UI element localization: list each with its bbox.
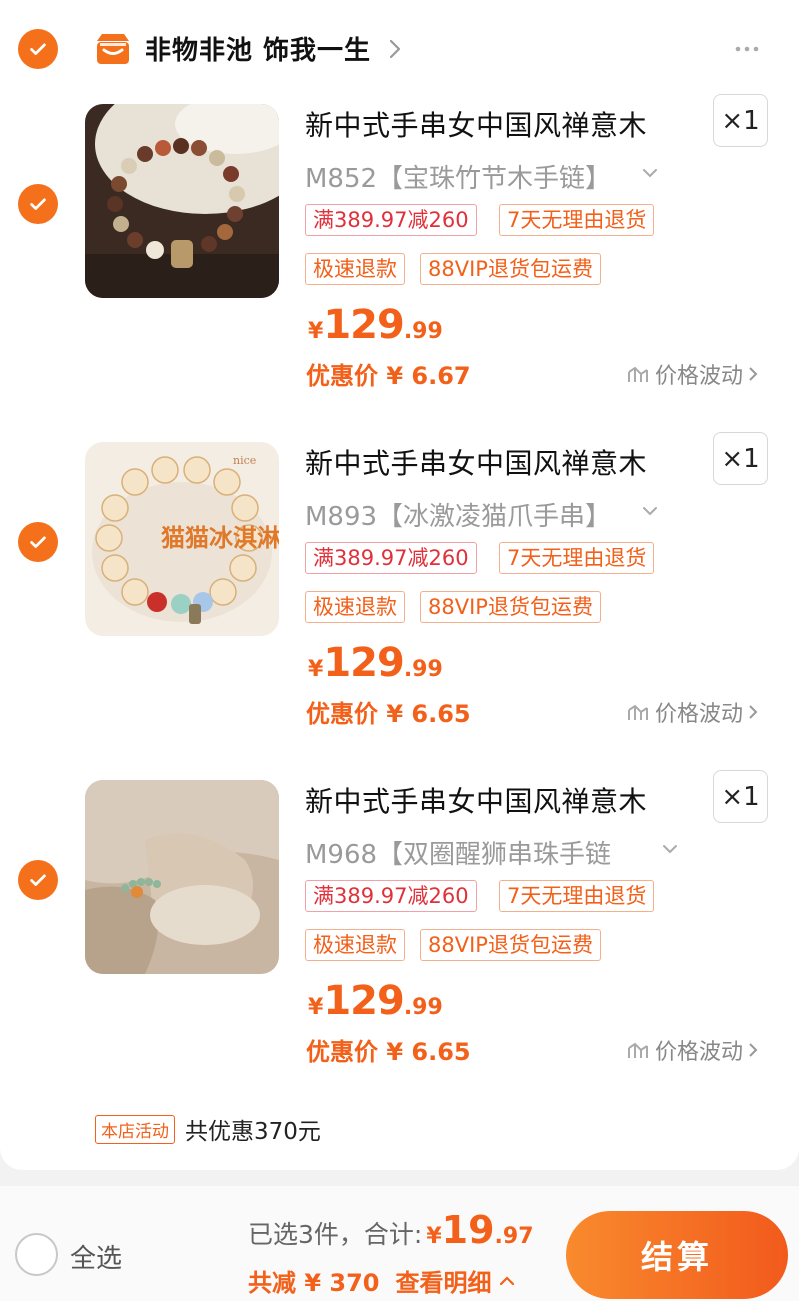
coupon-tag: 满389.97减260: [305, 542, 477, 574]
item-checkbox[interactable]: [18, 860, 58, 900]
trend-icon: [628, 366, 648, 382]
image-caption: 猫猫冰淇淋: [161, 524, 279, 552]
shipping-tag: 88VIP退货包运费: [420, 253, 601, 285]
chevron-up-icon[interactable]: [498, 1275, 516, 1287]
view-detail-link[interactable]: 查看明细: [396, 1263, 492, 1298]
variant-selector[interactable]: M852【宝珠竹节木手链】: [305, 158, 611, 195]
chevron-right-icon: [749, 705, 758, 719]
variant-selector[interactable]: M968【双圈醒狮串珠手链: [305, 834, 611, 871]
more-options-icon[interactable]: [735, 45, 759, 53]
shipping-tag: 88VIP退货包运费: [420, 929, 601, 961]
product-title[interactable]: 新中式手串女中国风禅意木: [305, 780, 647, 820]
store-checkbox[interactable]: [18, 29, 58, 69]
product-title[interactable]: 新中式手串女中国风禅意木: [305, 104, 647, 144]
product-title[interactable]: 新中式手串女中国风禅意木: [305, 442, 647, 482]
total-summary: 已选3件，合计: ¥19.97: [248, 1208, 534, 1252]
discount-price: 优惠价 ¥ 6.65: [306, 1038, 471, 1066]
coupon-tag: 满389.97减260: [305, 880, 477, 912]
refund-tag: 极速退款: [305, 591, 405, 623]
checkmark-icon: [30, 536, 46, 548]
cart-item: 新中式手串女中国风禅意木 ×1 M852【宝珠竹节木手链】 满389.97减26…: [0, 94, 799, 442]
checkmark-icon: [30, 874, 46, 886]
cart-item: 新中式手串女中国风禅意木 ×1 M968【双圈醒狮串珠手链 满389.97减26…: [0, 770, 799, 1118]
refund-tag: 极速退款: [305, 929, 405, 961]
chevron-down-icon[interactable]: [662, 844, 678, 854]
trend-icon: [628, 1042, 648, 1058]
price: ¥129.99: [308, 302, 443, 348]
price: ¥129.99: [308, 640, 443, 686]
chevron-down-icon[interactable]: [642, 168, 658, 178]
chevron-right-icon[interactable]: [388, 38, 402, 60]
promo-text: 共优惠370元: [185, 1119, 321, 1145]
product-image[interactable]: [85, 104, 279, 298]
promo-badge: 本店活动: [95, 1114, 175, 1144]
item-checkbox[interactable]: [18, 522, 58, 562]
variant-selector[interactable]: M893【冰激凌猫爪手串】: [305, 496, 611, 533]
discount-price: 优惠价 ¥ 6.67: [306, 362, 471, 390]
return-tag: 7天无理由退货: [499, 204, 655, 236]
quantity-selector[interactable]: ×1: [713, 770, 768, 823]
store-promotion[interactable]: 本店活动 共优惠370元: [95, 1112, 321, 1146]
price-fluctuation-link[interactable]: 价格波动: [627, 358, 763, 390]
checkmark-icon: [30, 198, 46, 210]
quantity-selector[interactable]: ×1: [713, 94, 768, 147]
chevron-right-icon: [749, 1043, 758, 1057]
return-tag: 7天无理由退货: [499, 880, 655, 912]
store-name[interactable]: 非物非池 饰我一生: [145, 30, 371, 67]
chevron-right-icon: [749, 367, 758, 381]
discount-price: 优惠价 ¥ 6.65: [306, 700, 471, 728]
price-fluctuation-link[interactable]: 价格波动: [627, 696, 763, 728]
image-badge: nice: [233, 454, 256, 467]
price-fluctuation-link[interactable]: 价格波动: [627, 1034, 763, 1066]
cart-item: 猫猫冰淇淋 nice 新中式手串女中国风禅意木 ×1 M893【冰激凌猫爪手串】…: [0, 432, 799, 780]
refund-tag: 极速退款: [305, 253, 405, 285]
savings-amount: 共减 ¥ 370: [248, 1269, 380, 1297]
select-all-label[interactable]: 全选: [70, 1238, 122, 1275]
shipping-tag: 88VIP退货包运费: [420, 591, 601, 623]
item-checkbox[interactable]: [18, 184, 58, 224]
select-all-checkbox[interactable]: [15, 1233, 58, 1276]
chevron-down-icon[interactable]: [642, 506, 658, 516]
store-icon: [97, 34, 129, 64]
trend-icon: [628, 704, 648, 720]
savings-row[interactable]: 共减 ¥ 370 查看明细: [248, 1263, 516, 1298]
checkmark-icon: [30, 43, 46, 55]
quantity-selector[interactable]: ×1: [713, 432, 768, 485]
product-image[interactable]: 猫猫冰淇淋 nice: [85, 442, 279, 636]
return-tag: 7天无理由退货: [499, 542, 655, 574]
checkout-button[interactable]: 结算: [566, 1211, 788, 1299]
price: ¥129.99: [308, 978, 443, 1024]
selected-count-label: 已选3件，合计:: [248, 1220, 423, 1249]
total-price: 19: [441, 1208, 495, 1252]
product-image[interactable]: [85, 780, 279, 974]
coupon-tag: 满389.97减260: [305, 204, 477, 236]
